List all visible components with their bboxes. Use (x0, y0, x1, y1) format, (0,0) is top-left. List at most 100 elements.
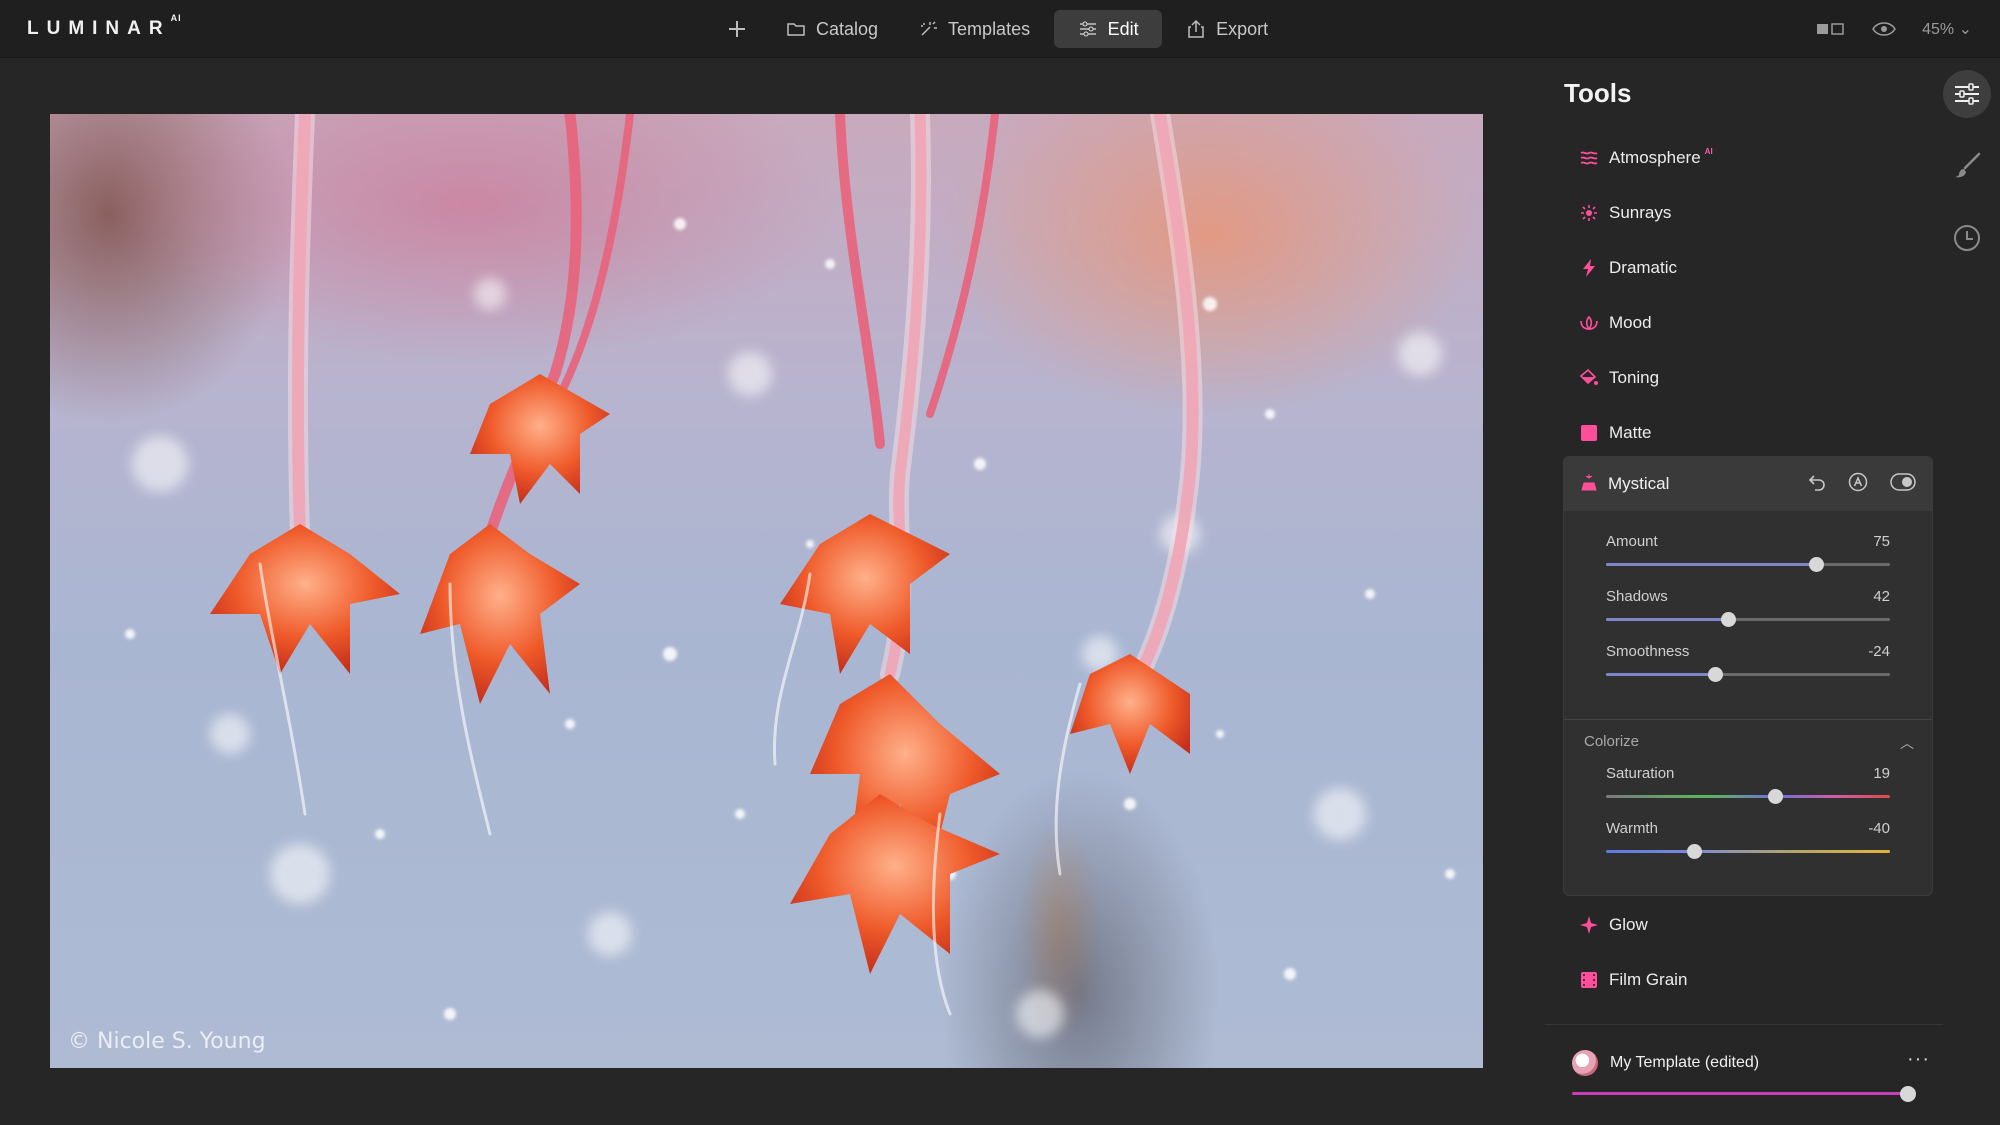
tool-atmosphere[interactable]: Atmosphere AI (1563, 130, 1933, 185)
tool-label: Toning (1609, 367, 1660, 387)
nav-export[interactable]: Export (1170, 10, 1284, 48)
tools-title: Tools (1564, 78, 1632, 108)
film-icon (1579, 970, 1599, 990)
slider-track[interactable] (1606, 557, 1890, 572)
sliders-icon (1079, 21, 1096, 37)
tool-label: Sunrays (1609, 202, 1672, 222)
slider-track[interactable] (1606, 789, 1890, 804)
slider-track[interactable] (1606, 667, 1890, 682)
slider-thumb[interactable] (1721, 612, 1737, 627)
slider-fill (1606, 563, 1817, 566)
tool-sunrays[interactable]: Sunrays (1563, 185, 1933, 240)
brush-icon (1955, 152, 1981, 178)
compare-icon[interactable] (1816, 21, 1846, 37)
slider-fill (1606, 673, 1716, 676)
tool-matte[interactable]: Matte (1563, 405, 1933, 460)
nav-export-label: Export (1216, 18, 1269, 39)
nav-templates[interactable]: Templates (902, 10, 1046, 48)
zoom-dropdown[interactable]: 45% ⌄ (1922, 19, 1972, 39)
sparkle-icon (921, 21, 938, 36)
lotus-icon (1579, 313, 1599, 333)
adjustments-icon (1955, 83, 1979, 105)
photo-watermark: © Nicole S. Young (68, 1029, 266, 1054)
tool-toning[interactable]: Toning (1563, 350, 1933, 405)
slider-thumb[interactable] (1767, 789, 1783, 804)
template-name[interactable]: My Template (edited) (1610, 1054, 1759, 1072)
slider-value: 19 (1873, 765, 1890, 782)
tool-list-bottom: Glow Film Grain (1563, 897, 1933, 1007)
app-logo: LUMINARAI (27, 13, 182, 40)
glow-icon (1579, 915, 1599, 935)
waves-icon (1579, 148, 1599, 168)
colorize-section-title[interactable]: Colorize (1584, 733, 1639, 750)
slider-thumb[interactable] (1708, 667, 1724, 682)
main-nav: Catalog Templates Edit Export (718, 10, 1292, 48)
clock-icon (1954, 225, 1980, 251)
tool-dramatic[interactable]: Dramatic (1563, 240, 1933, 295)
tool-film-grain[interactable]: Film Grain (1563, 952, 1933, 1007)
history-tab-button[interactable] (1943, 214, 1991, 262)
template-bar: My Template (edited) ··· (1572, 1048, 1932, 1108)
top-bar: LUMINARAI Catalog Templates Edit Export … (0, 0, 2000, 58)
slider-smoothness[interactable]: Smoothness -24 (1564, 633, 1932, 688)
undo-icon[interactable] (1808, 473, 1826, 491)
template-amount-thumb[interactable] (1900, 1086, 1916, 1102)
logo-text: LUMINAR (27, 18, 171, 39)
eye-icon[interactable] (1872, 21, 1896, 37)
slider-label: Amount (1606, 533, 1658, 550)
slider-label: Shadows (1606, 588, 1668, 605)
nav-templates-label: Templates (948, 18, 1031, 39)
sun-icon (1579, 203, 1599, 223)
ai-icon[interactable] (1848, 472, 1868, 492)
photo-canvas[interactable]: © Nicole S. Young (50, 114, 1483, 1068)
chevron-down-icon: ⌄ (1958, 21, 1972, 38)
tool-label: Atmosphere (1609, 147, 1701, 167)
tools-tab-button[interactable] (1943, 70, 1991, 118)
mystical-panel: Mystical Amount 75 Shadows 42 Smoothness… (1563, 456, 1933, 896)
more-options-icon[interactable]: ··· (1907, 1048, 1930, 1071)
mystical-actions (1808, 472, 1916, 492)
nav-catalog-label: Catalog (816, 18, 879, 39)
folder-icon (787, 23, 805, 36)
tool-label: Glow (1609, 914, 1648, 934)
slider-fill (1606, 618, 1729, 621)
template-amount-track[interactable] (1572, 1092, 1908, 1095)
photo-artwork (125, 114, 1455, 1038)
nav-edit[interactable]: Edit (1054, 10, 1163, 48)
slider-saturation[interactable]: Saturation 19 (1564, 755, 1932, 810)
template-thumbnail[interactable] (1572, 1050, 1598, 1076)
add-photos-button[interactable] (718, 10, 756, 48)
slider-track[interactable] (1606, 844, 1890, 859)
toggle-visibility-icon[interactable] (1890, 473, 1916, 491)
tool-list-top: Atmosphere AI Sunrays Dramatic Mood Toni… (1563, 130, 1933, 460)
slider-amount[interactable]: Amount 75 (1564, 523, 1932, 578)
slider-track[interactable] (1606, 612, 1890, 627)
slider-value: 75 (1873, 533, 1890, 550)
slider-thumb[interactable] (1809, 557, 1825, 572)
mystical-label: Mystical (1608, 474, 1670, 493)
logo-suffix: AI (170, 12, 182, 23)
brush-tab-button[interactable] (1943, 142, 1991, 190)
bucket-icon (1579, 368, 1599, 388)
slider-value: -40 (1868, 820, 1890, 837)
nav-catalog[interactable]: Catalog (770, 10, 894, 48)
slider-label: Warmth (1606, 820, 1658, 837)
slider-warmth[interactable]: Warmth -40 (1564, 810, 1932, 865)
slider-thumb[interactable] (1687, 844, 1703, 859)
plus-icon (729, 21, 745, 37)
share-icon (1188, 19, 1204, 38)
view-controls: 45% ⌄ (1816, 14, 1972, 44)
footer-divider (1545, 1024, 1943, 1025)
mystical-header[interactable]: Mystical (1564, 457, 1932, 511)
tool-label: Film Grain (1609, 969, 1688, 989)
square-icon (1579, 423, 1599, 443)
tool-mood[interactable]: Mood (1563, 295, 1933, 350)
bolt-icon (1579, 258, 1599, 278)
tool-glow[interactable]: Glow (1563, 897, 1933, 952)
slider-shadows[interactable]: Shadows 42 (1564, 578, 1932, 633)
tool-label: Dramatic (1609, 257, 1678, 277)
slider-value: 42 (1873, 588, 1890, 605)
slider-value: -24 (1868, 643, 1890, 660)
slider-label: Smoothness (1606, 643, 1690, 660)
chevron-up-icon[interactable]: ︿ (1900, 733, 1914, 753)
